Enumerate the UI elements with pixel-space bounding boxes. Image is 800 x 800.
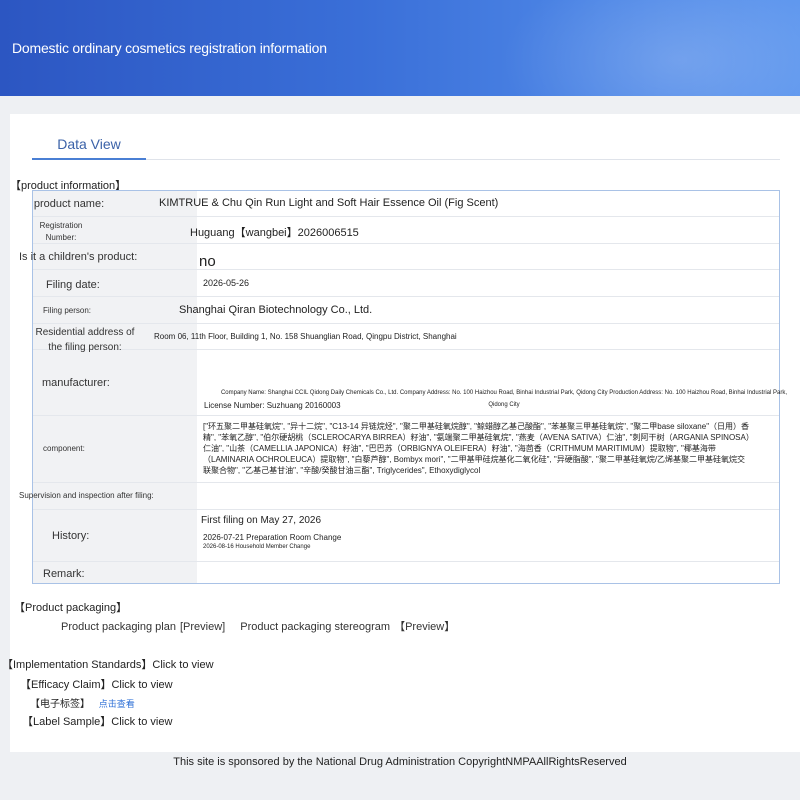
electronic-label-view-link[interactable]: 点击查看 bbox=[99, 699, 135, 709]
value-childrens-product: no bbox=[199, 253, 216, 270]
row-divider bbox=[33, 509, 779, 510]
value-product-name: KIMTRUE & Chu Qin Run Light and Soft Hai… bbox=[159, 197, 499, 209]
electronic-label-title: 【电子标签】 bbox=[30, 699, 90, 710]
packaging-stereogram-preview-link[interactable]: 【Preview】 bbox=[394, 621, 455, 633]
product-info-table: product name: KIMTRUE & Chu Qin Run Ligh… bbox=[19, 190, 787, 584]
label-registration-number: Registration Number: bbox=[39, 221, 83, 242]
value-filing-date: 2026-05-26 bbox=[203, 278, 250, 288]
label-history: History: bbox=[52, 530, 90, 542]
packaging-plan-preview-link[interactable]: [Preview] bbox=[180, 621, 225, 633]
label-childrens-product: Is it a children's product: bbox=[19, 251, 138, 263]
value-filing-person: Shanghai Qiran Biotechnology Co., Ltd. bbox=[179, 304, 373, 316]
page-header: Domestic ordinary cosmetics registration… bbox=[0, 0, 800, 96]
packaging-links: Product packaging plan [Preview] Product … bbox=[61, 618, 459, 634]
row-divider bbox=[33, 415, 779, 416]
label-supervision: Supervision and inspection after filing: bbox=[19, 491, 154, 500]
value-history-change-2: 2026-08-16 Household Member Change bbox=[203, 544, 311, 550]
tab-divider bbox=[146, 159, 780, 160]
implementation-standards-link[interactable]: 【Implementation Standards】Click to view bbox=[2, 656, 214, 672]
label-product-name: product name: bbox=[33, 198, 105, 210]
label-remark: Remark: bbox=[43, 568, 85, 580]
packaging-stereogram-label: Product packaging stereogram bbox=[240, 621, 391, 633]
label-filing-date: Filing date: bbox=[46, 279, 100, 291]
row-divider bbox=[33, 269, 779, 270]
value-component: ["环五聚二甲基硅氧烷", "异十二烷", "C13-14 异链烷烃", "聚二… bbox=[203, 422, 750, 475]
value-manufacturer-license: License Number: Suzhuang 20160003 bbox=[204, 401, 341, 410]
efficacy-claim-link[interactable]: 【Efficacy Claim】Click to view bbox=[20, 676, 173, 692]
section-electronic-label: 【电子标签】 点击查看 bbox=[30, 695, 135, 710]
row-divider bbox=[33, 482, 779, 483]
row-divider bbox=[33, 561, 779, 562]
packaging-plan-label: Product packaging plan bbox=[61, 621, 176, 633]
value-residential-address: Room 06, 11th Floor, Building 1, No. 158… bbox=[154, 332, 457, 341]
value-registration-number: Huguang【wangbei】2026006515 bbox=[190, 227, 359, 239]
label-component: component: bbox=[43, 444, 85, 453]
row-divider bbox=[33, 323, 779, 324]
label-residential-address: Residential address of the filing person… bbox=[35, 327, 135, 353]
row-divider bbox=[33, 216, 779, 217]
tab-data-view[interactable]: Data View bbox=[32, 134, 146, 160]
content-panel: Data View 【product information】 product … bbox=[2, 114, 800, 752]
value-history-change-1: 2026-07-21 Preparation Room Change bbox=[203, 533, 342, 542]
label-filing-person: Filing person: bbox=[43, 306, 92, 315]
label-manufacturer: manufacturer: bbox=[42, 377, 110, 389]
value-history-first-filing: First filing on May 27, 2026 bbox=[201, 515, 322, 526]
tab-active-indicator bbox=[32, 158, 146, 160]
section-product-packaging: 【Product packaging】 bbox=[14, 602, 128, 614]
row-divider bbox=[33, 243, 779, 244]
label-sample-link[interactable]: 【Label Sample】Click to view bbox=[22, 713, 172, 729]
page-title: Domestic ordinary cosmetics registration… bbox=[12, 40, 327, 56]
page-footer: This site is sponsored by the National D… bbox=[173, 756, 627, 768]
row-divider bbox=[33, 296, 779, 297]
row-divider bbox=[33, 349, 779, 350]
